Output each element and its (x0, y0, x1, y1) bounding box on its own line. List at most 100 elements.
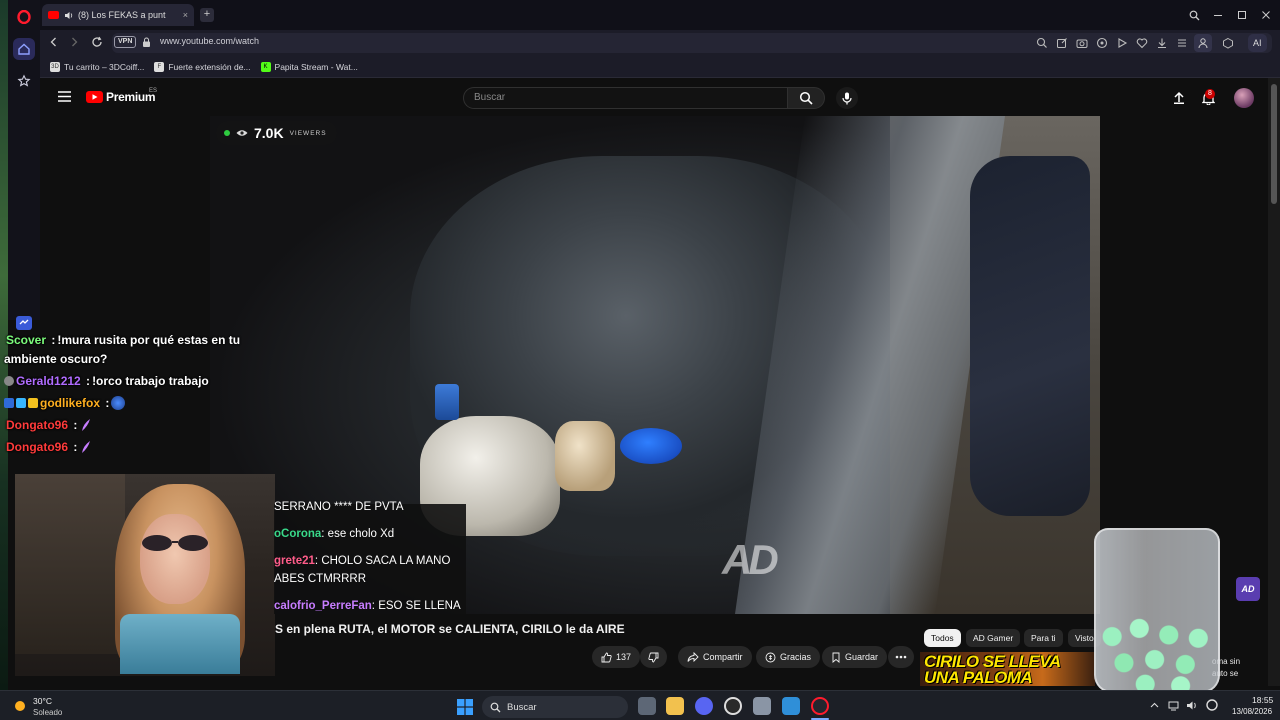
more-dots-icon (895, 655, 907, 659)
pinboard-star-icon[interactable] (13, 70, 35, 92)
taskbar-search-box[interactable]: Buscar (482, 696, 628, 718)
chat-username: oCorona (274, 528, 322, 540)
chat-username: Dongato96 (6, 440, 69, 454)
bookmark-favicon-icon: F (154, 61, 165, 72)
video-title: S en plena RUTA, el MOTOR se CALIENTA, C… (275, 622, 625, 636)
messenger-icon[interactable] (16, 316, 32, 330)
country-code: ES (149, 88, 158, 94)
tray-app-icon[interactable] (1206, 699, 1218, 711)
webcam-shelf (15, 474, 125, 654)
obs-icon[interactable] (724, 697, 742, 715)
more-actions-button[interactable] (888, 646, 914, 668)
settings-gear-icon[interactable] (753, 697, 771, 715)
adblock-shield-icon[interactable] (1096, 37, 1108, 49)
chat-username: Scover (6, 333, 47, 347)
thanks-button[interactable]: Gracias (756, 646, 821, 668)
chat-separator: : (70, 440, 78, 454)
youtube-logo[interactable]: Premium (86, 90, 156, 104)
download-icon[interactable] (1156, 37, 1168, 49)
opera-logo-icon[interactable] (13, 6, 35, 28)
bookmark-item[interactable]: K Papita Stream - Wat... (260, 61, 358, 72)
network-icon[interactable] (1168, 700, 1179, 711)
tab-close-icon[interactable]: × (183, 10, 188, 20)
home-icon[interactable] (13, 38, 35, 60)
channel-logo-badge: AD (1236, 577, 1260, 601)
youtube-masthead: Premium ES Buscar 8 (40, 78, 1268, 116)
filter-chip-para-ti[interactable]: Para ti (1024, 629, 1063, 647)
reload-icon[interactable] (91, 36, 103, 48)
chat-message: SERRANO **** DE PVTA (274, 501, 404, 513)
windows-start-icon[interactable] (457, 699, 473, 715)
easy-setup-menu-icon[interactable] (1176, 37, 1188, 49)
tab-search-icon[interactable] (1186, 7, 1202, 23)
edit-icon[interactable] (1056, 37, 1068, 49)
chat-message: ESO SE LLENA (378, 600, 461, 612)
task-view-icon[interactable] (638, 697, 656, 715)
search-in-page-icon[interactable] (1036, 37, 1048, 49)
voice-search-mic-icon[interactable] (836, 87, 858, 109)
maximize-icon[interactable] (1234, 7, 1250, 23)
viewers-count: 7.0K (254, 125, 284, 141)
user-avatar[interactable] (1234, 88, 1254, 108)
weather-sun-icon[interactable] (12, 698, 28, 714)
back-icon[interactable] (48, 36, 60, 48)
share-button[interactable]: Compartir (678, 646, 752, 668)
bookmark-item[interactable]: F Fuerte extensión de... (154, 61, 251, 72)
weather-temperature[interactable]: 30°C (33, 696, 52, 706)
tray-chevron-icon[interactable] (1150, 701, 1159, 710)
save-button[interactable]: Guardar (822, 646, 888, 668)
thumbs-up-icon (601, 652, 612, 663)
like-button[interactable]: 137 (592, 646, 641, 668)
player-play-icon[interactable] (1116, 37, 1128, 49)
filter-chip-ad-gamer[interactable]: AD Gamer (966, 629, 1021, 647)
close-window-icon[interactable] (1258, 7, 1274, 23)
extensions-cube-icon[interactable] (1222, 37, 1234, 49)
tab-strip: (8) Los FEKAS a punt × + (40, 0, 1280, 30)
webcam-clothing (120, 614, 240, 674)
overlay-chat-line: Dongato96 : (6, 418, 93, 432)
youtube-search-input[interactable]: Buscar (463, 87, 787, 109)
opera-taskbar-icon[interactable] (811, 697, 829, 715)
eye-icon (236, 129, 248, 137)
tab-youtube[interactable]: (8) Los FEKAS a punt × (42, 4, 194, 26)
chat-badge-icon (28, 398, 38, 408)
clock-date[interactable]: 13/08/2026 (1232, 707, 1272, 716)
dislike-button[interactable] (640, 646, 667, 668)
vpn-badge[interactable]: VPN (114, 36, 137, 48)
discord-icon[interactable] (695, 697, 713, 715)
notification-count-badge: 8 (1205, 89, 1215, 99)
chat-message: ambiente oscuro? (4, 352, 108, 366)
volume-icon[interactable] (1186, 700, 1198, 711)
windows-taskbar: 30°C Soleado Buscar 18:55 13/08/2026 (0, 690, 1280, 720)
forward-icon[interactable] (68, 36, 80, 48)
aria-ai-button[interactable]: AI (1248, 34, 1267, 52)
ai-label: AI (1253, 38, 1262, 48)
camera-snapshot-icon[interactable] (1076, 37, 1088, 49)
file-explorer-icon[interactable] (666, 697, 684, 715)
chat-message: !orco trabajo trabajo (92, 374, 209, 388)
clock-time[interactable]: 18:55 (1252, 695, 1273, 705)
like-count: 137 (616, 652, 632, 662)
live-viewers-pill: 7.0K VIEWERS (216, 121, 337, 145)
bookmark-favicon-icon: K (260, 61, 271, 72)
upload-icon[interactable] (1173, 91, 1185, 104)
youtube-play-logo-icon (86, 91, 103, 103)
bookmark-item[interactable]: 3D Tu carrito – 3DCoiff... (50, 61, 144, 72)
heart-icon[interactable] (1136, 37, 1148, 49)
youtube-premium-label: Premium (106, 90, 156, 104)
video-frame-brake-reservoir (555, 421, 615, 491)
url-text[interactable]: www.youtube.com/watch (160, 36, 259, 46)
scrollbar-thumb[interactable] (1271, 84, 1277, 204)
recommended-video-thumbnail[interactable]: CIRILO SE LLEVA UNA PALOMA (920, 652, 1095, 686)
chat-message: !mura rusita por qué estas en tu (57, 333, 241, 347)
speaker-icon[interactable] (64, 11, 73, 20)
filter-chip-todos[interactable]: Todos (924, 629, 961, 647)
weather-description[interactable]: Soleado (33, 708, 62, 717)
minimize-icon[interactable] (1210, 7, 1226, 23)
new-tab-plus-icon[interactable]: + (200, 8, 214, 22)
lock-icon[interactable] (142, 37, 151, 48)
profile-icon[interactable] (1194, 34, 1212, 52)
photos-app-icon[interactable] (782, 697, 800, 715)
hamburger-menu-icon[interactable] (58, 91, 71, 102)
youtube-search-button[interactable] (787, 87, 825, 109)
